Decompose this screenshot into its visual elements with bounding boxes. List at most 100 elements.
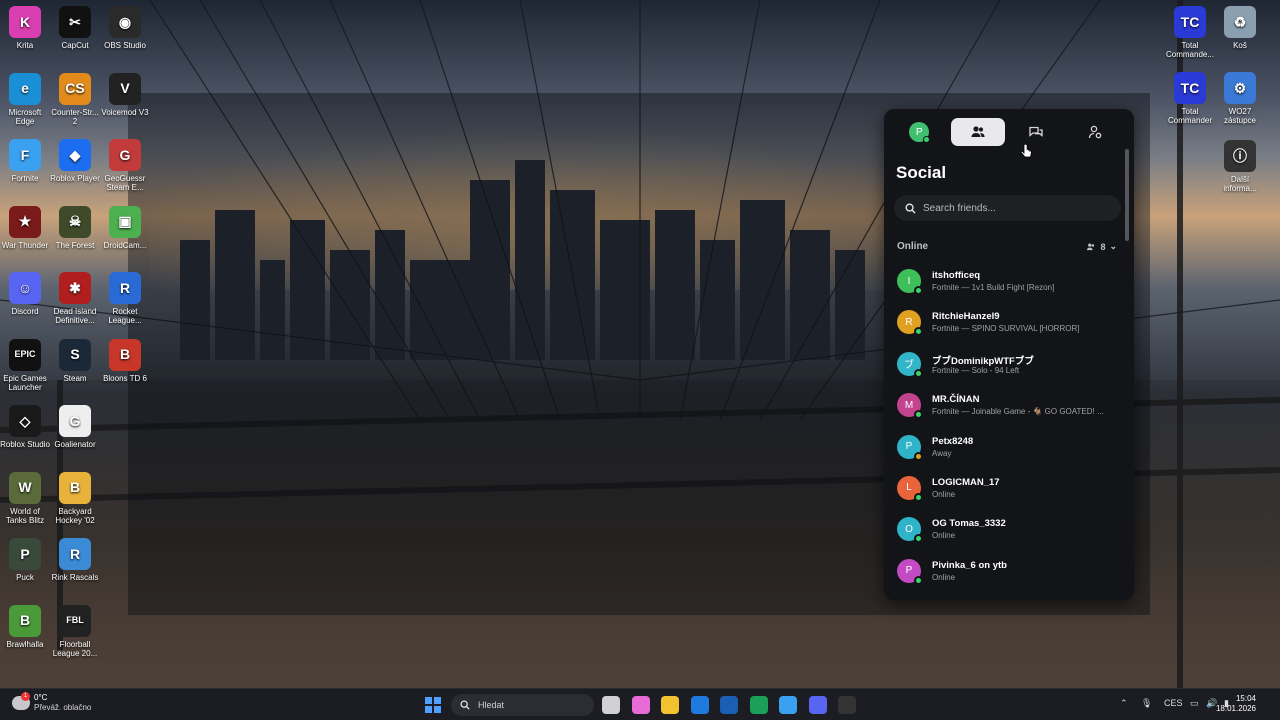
tab-profile[interactable]: P — [892, 118, 947, 146]
desktop-icon[interactable]: FBL Floorball League 20... — [49, 604, 101, 658]
friend-row[interactable]: P Pivinka_6 on ytb Online — [884, 551, 1134, 592]
online-section-header[interactable]: Online 8 ⌄ — [897, 241, 1117, 255]
friend-status: Online — [932, 572, 956, 582]
desktop-icon[interactable]: B Bloons TD 6 — [99, 338, 151, 383]
desktop-icon[interactable]: V Voicemod V3 — [99, 72, 151, 117]
scrollbar[interactable] — [1125, 149, 1129, 241]
desktop-icon[interactable]: EPIC Epic Games Launcher — [0, 338, 51, 392]
app-icon: ◇ — [9, 405, 41, 437]
taskbar-app-edge-icon[interactable] — [749, 696, 768, 714]
desktop-icon[interactable]: ✱ Dead Island Definitive... — [49, 272, 101, 325]
desktop-icon-label: World of Tanks Blitz — [5, 506, 45, 525]
desktop-icon[interactable]: ⓘ Další informa... — [1214, 140, 1266, 193]
desktop-icon[interactable]: ▣ DroidCam... — [99, 205, 151, 250]
desktop-icon[interactable]: S Steam — [49, 338, 101, 383]
avatar: P — [897, 434, 923, 461]
taskbar-app-copilot-icon[interactable] — [631, 696, 650, 714]
language-indicator[interactable]: CES — [1164, 698, 1183, 708]
desktop-icon[interactable]: B Backyard Hockey '02 — [49, 471, 101, 525]
desktop-icon[interactable]: G GeoGuessr Steam E... — [99, 139, 151, 192]
weather-widget[interactable]: 1 0°C Převáž. oblačno — [12, 692, 91, 713]
friend-row[interactable]: Iitshofficeq Fortnite — 1v1 Build Fight [… — [884, 261, 1134, 302]
desktop-icon[interactable]: P Puck — [0, 538, 51, 582]
friend-row[interactable]: P Petx8248 Away — [884, 427, 1134, 468]
app-icon: e — [9, 72, 41, 105]
desktop-icon[interactable]: G Goalienator — [49, 405, 101, 449]
microphone-icon[interactable]: 🎙 — [1141, 698, 1152, 709]
desktop-icon[interactable]: R Rink Rascals — [49, 538, 101, 582]
desktop-icon-label: War Thunder — [1, 240, 49, 250]
desktop-icon[interactable]: F Fortnite — [0, 139, 51, 183]
clock[interactable]: 15:04 18.01.2026 — [1216, 694, 1256, 714]
taskbar-search-label: Hledat — [478, 700, 505, 710]
tab-friends[interactable] — [950, 118, 1005, 146]
desktop-icon[interactable]: ◇ Roblox Studio — [0, 405, 51, 449]
tab-chat[interactable] — [1009, 118, 1064, 146]
desktop-icon[interactable]: ⚙ WO27 zástupce — [1214, 72, 1266, 125]
taskbar-app-calculator-icon[interactable] — [720, 696, 738, 714]
search-bar[interactable] — [894, 195, 1121, 221]
desktop-icon[interactable]: ☺ Discord — [0, 272, 51, 316]
app-icon: EPIC — [9, 338, 41, 371]
avatar: O — [897, 517, 923, 544]
desktop-icon-label: WO27 zástupce — [1223, 107, 1257, 125]
desktop-icon-label: Další informa... — [1223, 175, 1257, 193]
presence-dot — [914, 451, 923, 461]
online-count-value: 8 — [1100, 241, 1106, 252]
avatar: R — [897, 310, 923, 337]
app-icon: TC — [1174, 6, 1206, 38]
friend-row[interactable]: ブ ブブDominikpWTFブブ Fortnite — Solo - 94 Lef… — [884, 344, 1134, 385]
desktop-icon[interactable]: W World of Tanks Blitz — [0, 471, 51, 525]
app-icon: FBL — [59, 604, 91, 637]
desktop-icon[interactable]: TC Total Commander — [1164, 72, 1216, 125]
start-button[interactable] — [425, 697, 441, 713]
friend-row[interactable]: L LOGICMAN_17 Online — [884, 468, 1134, 509]
app-icon: B — [9, 604, 41, 637]
app-icon: W — [9, 471, 41, 504]
desktop-icon-label: Puck — [16, 573, 34, 582]
desktop-icon[interactable]: e Microsoft Edge — [0, 72, 51, 126]
page-title: Social — [896, 163, 947, 182]
app-icon: ☺ — [9, 272, 41, 304]
desktop-icon[interactable]: ★ War Thunder — [0, 205, 51, 250]
desktop-icon[interactable]: ◉ OBS Studio — [99, 6, 151, 50]
tab-party[interactable] — [1068, 118, 1123, 146]
app-icon: G — [109, 139, 141, 171]
avatar-letter: L — [906, 482, 912, 494]
friend-row[interactable]: M MR.ČÍNAN Fortnite — Joinable Game - 🐐 GO… — [884, 385, 1134, 426]
desktop-icon[interactable]: TC Total Commande... — [1164, 6, 1216, 59]
user-settings-icon — [1088, 125, 1102, 139]
desktop-icon[interactable]: B Brawlhalla — [0, 604, 51, 649]
desktop-icon[interactable]: ♻ Koš — [1214, 6, 1266, 50]
search-input[interactable] — [923, 202, 1103, 214]
taskbar-app-outlook-icon[interactable] — [690, 696, 709, 714]
online-count: 8 ⌄ — [1086, 241, 1117, 252]
desktop-icon-label: Discord — [11, 307, 39, 316]
friend-row[interactable]: O OG Tomas_3332 Online — [884, 509, 1134, 550]
avatar-letter: P — [905, 441, 913, 453]
taskbar-app-file-explorer-icon[interactable] — [661, 696, 679, 714]
taskbar-app-fortnite-icon[interactable] — [779, 696, 797, 714]
taskbar-app-obs-icon[interactable] — [838, 696, 856, 714]
taskbar-search[interactable]: Hledat — [451, 694, 594, 716]
desktop-icon[interactable]: ◆ Roblox Player — [49, 139, 101, 183]
desktop-icon-label: Total Commander — [1167, 107, 1212, 125]
desktop-icon[interactable]: ✂ CapCut — [49, 6, 101, 50]
desktop-icon[interactable]: ☠ The Forest — [49, 205, 101, 250]
friend-row[interactable]: R RitchieHanzel9 Fortnite — SPINO SURVIVAL… — [884, 302, 1134, 343]
desktop-icon-label: Microsoft Edge — [8, 107, 42, 126]
desktop-icon[interactable]: CS Counter-Str... 2 — [49, 72, 101, 126]
avatar: ブ — [897, 351, 923, 378]
desktop-icon[interactable]: K Krita — [0, 6, 51, 50]
tablet-icon[interactable]: ▭ — [1190, 698, 1199, 709]
section-label: Online — [897, 241, 929, 252]
social-panel: P Social Online — [884, 109, 1134, 600]
self-avatar-letter: P — [915, 126, 923, 138]
desktop-icon-label: Roblox Studio — [0, 440, 50, 449]
desktop-icon[interactable]: R Rocket League... — [99, 272, 151, 325]
taskbar-app-discord-icon[interactable] — [808, 696, 827, 714]
friend-name: LOGICMAN_17 — [932, 476, 1000, 488]
chevron-up-icon[interactable]: ⌃ — [1120, 698, 1128, 709]
desktop-icon-label: Counter-Str... 2 — [51, 107, 99, 126]
taskbar-app-task-view-icon[interactable] — [602, 696, 620, 714]
